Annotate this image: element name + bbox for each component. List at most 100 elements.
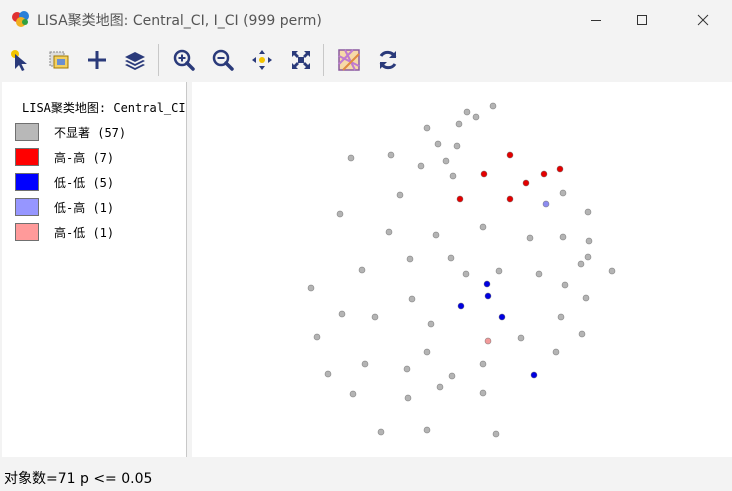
toolbar-separator <box>323 44 324 76</box>
map-point-low-low[interactable] <box>498 313 506 321</box>
map-point-not-significant[interactable] <box>472 113 480 121</box>
map-point-not-significant[interactable] <box>307 284 315 292</box>
select-layer-button[interactable] <box>45 45 73 75</box>
basemap-button[interactable] <box>335 45 363 75</box>
map-point-not-significant[interactable] <box>336 210 344 218</box>
map-point-not-significant[interactable] <box>371 313 379 321</box>
minimize-button[interactable] <box>573 0 619 40</box>
point-map[interactable] <box>192 82 732 457</box>
map-point-not-significant[interactable] <box>447 254 455 262</box>
map-point-not-significant[interactable] <box>349 390 357 398</box>
full-extent-icon <box>292 51 310 69</box>
legend-label: 低-高 (1) <box>54 201 115 215</box>
map-point-low-low[interactable] <box>484 292 492 300</box>
map-point-low-low[interactable] <box>530 371 538 379</box>
minimize-icon <box>591 20 601 21</box>
map-point-not-significant[interactable] <box>361 360 369 368</box>
status-bar: 对象数=71 p <= 0.05 <box>0 460 732 491</box>
legend-panel[interactable]: LISA聚类地图: Central_CI, I_CI (999 perm) 不显… <box>2 82 187 457</box>
map-point-not-significant[interactable] <box>495 267 503 275</box>
map-point-not-significant[interactable] <box>404 394 412 402</box>
map-point-not-significant[interactable] <box>436 383 444 391</box>
map-point-high-high[interactable] <box>480 170 488 178</box>
full-extent-button[interactable] <box>287 45 315 75</box>
map-point-not-significant[interactable] <box>396 191 404 199</box>
map-point-high-high[interactable] <box>506 195 514 203</box>
close-icon <box>697 14 709 26</box>
pan-button[interactable] <box>248 45 276 75</box>
map-canvas[interactable] <box>192 82 732 457</box>
map-point-not-significant[interactable] <box>358 266 366 274</box>
layers-button[interactable] <box>121 45 149 75</box>
maximize-button[interactable] <box>619 0 665 40</box>
map-point-not-significant[interactable] <box>561 281 569 289</box>
map-point-not-significant[interactable] <box>453 142 461 150</box>
map-point-low-low[interactable] <box>457 302 465 310</box>
map-point-not-significant[interactable] <box>552 348 560 356</box>
map-point-not-significant[interactable] <box>385 228 393 236</box>
map-point-not-significant[interactable] <box>347 154 355 162</box>
map-point-low-low[interactable] <box>483 280 491 288</box>
map-point-not-significant[interactable] <box>423 426 431 434</box>
map-point-high-high[interactable] <box>506 151 514 159</box>
map-point-not-significant[interactable] <box>582 294 590 302</box>
zoom-out-icon <box>212 49 234 71</box>
map-point-not-significant[interactable] <box>517 334 525 342</box>
map-point-not-significant[interactable] <box>584 253 592 261</box>
map-point-not-significant[interactable] <box>423 124 431 132</box>
map-point-not-significant[interactable] <box>479 360 487 368</box>
map-point-not-significant[interactable] <box>489 102 497 110</box>
map-point-not-significant[interactable] <box>324 370 332 378</box>
map-point-high-high[interactable] <box>456 195 464 203</box>
close-button[interactable] <box>680 0 726 40</box>
zoom-in-icon <box>173 49 195 71</box>
map-point-not-significant[interactable] <box>455 120 463 128</box>
pointer-icon <box>11 50 27 71</box>
map-point-high-low[interactable] <box>484 337 492 345</box>
map-point-not-significant[interactable] <box>434 140 442 148</box>
select-tool-button[interactable] <box>6 45 34 75</box>
map-point-high-high[interactable] <box>522 179 530 187</box>
zoom-out-button[interactable] <box>209 45 237 75</box>
map-point-not-significant[interactable] <box>577 260 585 268</box>
basemap-icon <box>338 49 360 71</box>
map-point-not-significant[interactable] <box>427 320 435 328</box>
map-point-high-high[interactable] <box>556 165 564 173</box>
map-point-not-significant[interactable] <box>585 237 593 245</box>
map-point-not-significant[interactable] <box>559 189 567 197</box>
map-point-not-significant[interactable] <box>449 172 457 180</box>
map-point-not-significant[interactable] <box>377 428 385 436</box>
title-bar: LISA聚类地图: Central_CI, I_CI (999 perm) <box>0 0 732 40</box>
map-point-not-significant[interactable] <box>432 231 440 239</box>
map-point-not-significant[interactable] <box>526 234 534 242</box>
map-point-not-significant[interactable] <box>387 151 395 159</box>
map-point-not-significant[interactable] <box>463 108 471 116</box>
map-point-not-significant[interactable] <box>423 348 431 356</box>
map-point-not-significant[interactable] <box>608 267 616 275</box>
map-point-not-significant[interactable] <box>417 162 425 170</box>
map-point-not-significant[interactable] <box>403 365 411 373</box>
map-point-not-significant[interactable] <box>578 330 586 338</box>
map-point-high-high[interactable] <box>540 170 548 178</box>
map-point-not-significant[interactable] <box>448 372 456 380</box>
legend-title: LISA聚类地图: Central_CI, I_CI (999 perm) <box>22 101 187 115</box>
legend-swatch <box>15 173 39 191</box>
maximize-icon <box>637 15 647 25</box>
map-point-not-significant[interactable] <box>479 223 487 231</box>
map-point-not-significant[interactable] <box>442 157 450 165</box>
zoom-in-button[interactable] <box>170 45 198 75</box>
map-point-not-significant[interactable] <box>462 270 470 278</box>
map-point-not-significant[interactable] <box>535 270 543 278</box>
map-point-not-significant[interactable] <box>479 389 487 397</box>
map-point-not-significant[interactable] <box>313 333 321 341</box>
add-button[interactable] <box>83 45 111 75</box>
map-point-not-significant[interactable] <box>557 313 565 321</box>
map-point-not-significant[interactable] <box>559 233 567 241</box>
map-point-not-significant[interactable] <box>338 310 346 318</box>
map-point-not-significant[interactable] <box>584 208 592 216</box>
map-point-not-significant[interactable] <box>406 255 414 263</box>
map-point-not-significant[interactable] <box>408 295 416 303</box>
map-point-not-significant[interactable] <box>492 430 500 438</box>
map-point-low-high[interactable] <box>542 200 550 208</box>
refresh-button[interactable] <box>374 45 402 75</box>
